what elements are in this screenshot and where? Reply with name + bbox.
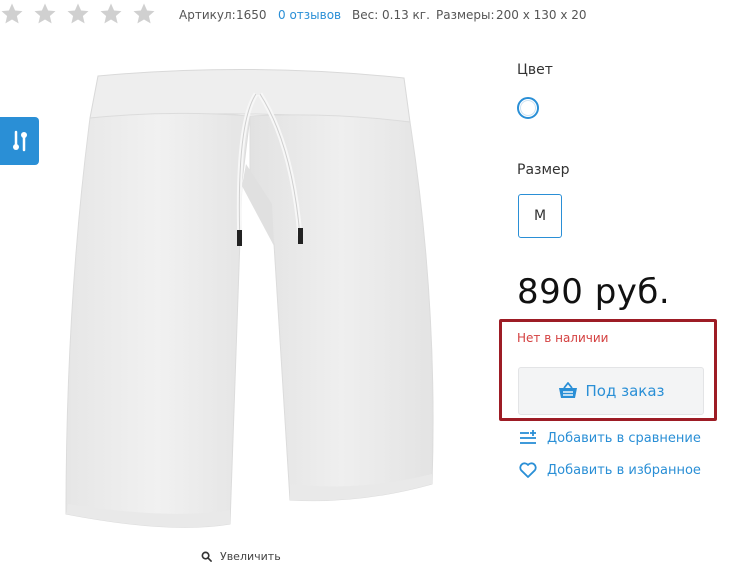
compare-icon	[520, 430, 536, 444]
availability-status: Нет в наличии	[517, 331, 609, 345]
star-icon[interactable]	[66, 2, 90, 26]
star-icon[interactable]	[33, 2, 57, 26]
color-swatch-fill	[520, 100, 536, 116]
product-image[interactable]	[60, 64, 440, 534]
product-price: 890 руб.	[517, 272, 671, 312]
compare-label: Добавить в сравнение	[547, 430, 701, 446]
order-button[interactable]: Под заказ	[518, 367, 704, 415]
size-label: Размер	[517, 162, 570, 178]
dimensions-value: 200 х 130 х 20	[496, 8, 587, 22]
add-to-compare-link[interactable]: Добавить в сравнение	[519, 430, 701, 446]
star-icon[interactable]	[99, 2, 123, 26]
article-value: 1650	[236, 8, 267, 22]
sliders-icon	[12, 130, 27, 152]
basket-icon	[558, 382, 577, 398]
color-option-white[interactable]	[517, 97, 539, 119]
article-label: Артикул:	[179, 8, 236, 22]
reviews-link[interactable]: 0 отзывов	[278, 8, 341, 22]
zoom-label: Увеличить	[220, 550, 281, 563]
size-option-m[interactable]: M	[518, 194, 562, 238]
weight-value: 0.13 кг.	[382, 8, 430, 22]
heart-icon	[519, 462, 537, 478]
favorite-label: Добавить в избранное	[547, 462, 701, 478]
filter-tab-button[interactable]	[0, 117, 39, 165]
color-label: Цвет	[517, 62, 553, 78]
zoom-button[interactable]: Увеличить	[201, 550, 281, 563]
magnifier-icon	[201, 551, 212, 562]
add-to-favorites-link[interactable]: Добавить в избранное	[519, 462, 701, 478]
dimensions-label: Размеры:	[436, 8, 495, 22]
star-icon[interactable]	[132, 2, 156, 26]
star-icon[interactable]	[0, 2, 24, 26]
weight-label: Вес:	[352, 8, 379, 22]
rating-stars[interactable]	[0, 2, 156, 26]
order-button-label: Под заказ	[585, 382, 665, 400]
